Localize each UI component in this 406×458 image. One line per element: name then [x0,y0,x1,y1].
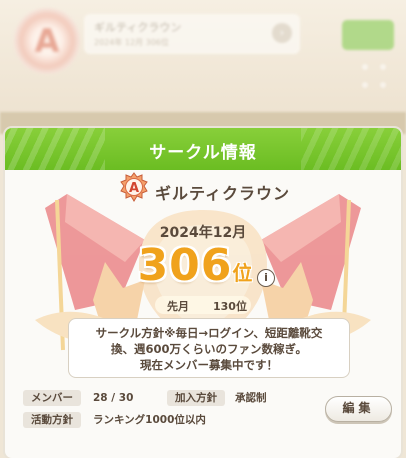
background-dots-icon [360,62,390,92]
background-circle-sub: 2024年 12月 306位 [94,38,169,47]
activity-policy-label: 活動方針 [23,412,81,428]
members-value: 28 / 30 [93,392,134,404]
background-circle-card: ギルティクラウン 2024年 12月 306位 › [84,14,300,54]
background-button [342,20,394,50]
ranking-month: 2024年12月 [159,225,247,241]
members-label: メンバー [23,390,81,406]
info-icon[interactable]: i [257,269,275,287]
join-policy-label: 加入方針 [167,390,225,406]
edit-button[interactable]: 編集 [325,396,392,422]
ranking-number: 306 [137,240,233,291]
svg-text:A: A [129,181,139,196]
circle-policy-box: サークル方針※毎日→ログイン、短距離靴交 換、週600万くらいのファン数稼ぎ。 … [68,318,350,378]
join-policy-value: 承認制 [235,392,267,404]
dialog-title: サークル情報 [149,143,257,163]
background-info-icon: › [272,23,292,43]
ranking-display: 306位 [125,240,265,291]
dialog-header: サークル情報 [5,128,401,170]
background-circle-title: ギルティクラウン [94,21,182,34]
circle-emblem-icon: A [120,172,148,202]
background-header: A ギルティクラウン 2024年 12月 306位 › [0,0,406,112]
previous-month-rank: 先月 130位 [155,296,251,314]
background-circle-emblem: A [14,8,80,74]
ranking-unit: 位 [232,261,253,285]
circle-name: ギルティクラウン [155,184,291,203]
circle-info-dialog: サークル情報 A ギルティクラウン 2024年12月 306位 i 先月 130… [5,128,401,458]
previous-month-value: 130位 [213,300,247,313]
circle-policy-text: サークル方針※毎日→ログイン、短距離靴交 換、週600万くらいのファン数稼ぎ。 … [95,326,323,372]
previous-month-label: 先月 [167,300,189,313]
activity-policy-value: ランキング1000位以内 [93,414,206,426]
